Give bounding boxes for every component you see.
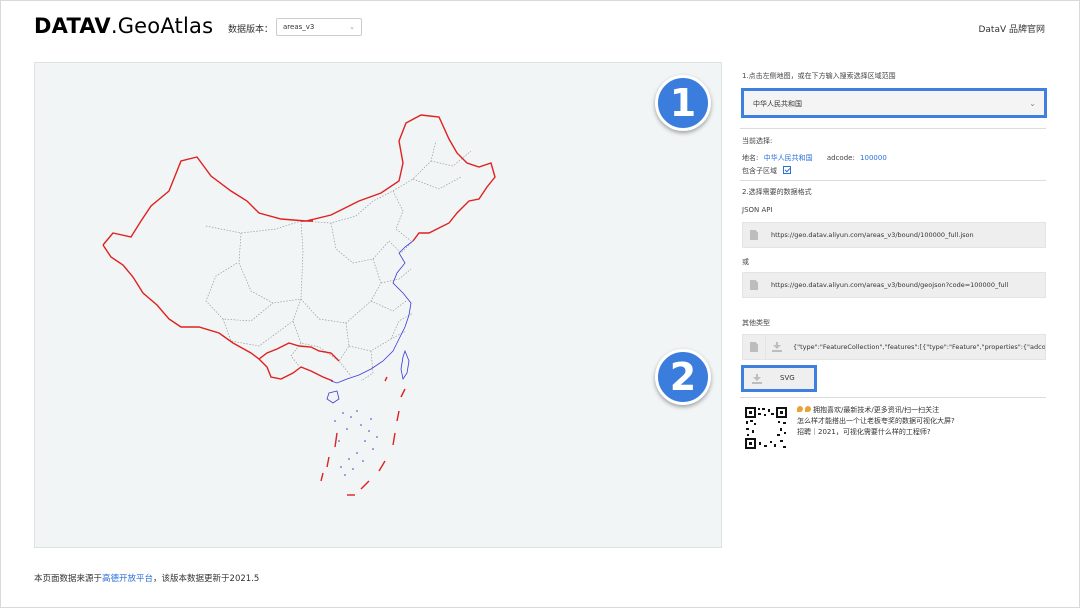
step-badge-1: 1 <box>655 75 711 131</box>
china-map[interactable] <box>35 63 723 549</box>
south-china-sea-islands <box>334 410 378 476</box>
json-api-url-box[interactable]: https://geo.datav.aliyun.com/areas_v3/bo… <box>742 222 1046 248</box>
svg-label: SVG <box>780 374 795 382</box>
province-boundaries <box>205 140 472 382</box>
version-select[interactable]: areas_v3 ⌄ <box>276 18 362 36</box>
region-select[interactable]: 中华人民共和国 ⌄ <box>741 88 1047 118</box>
include-subregion-checkbox[interactable] <box>783 166 792 174</box>
hainan-island <box>326 390 340 404</box>
step1-instruction: 1.点击左侧地图，或在下方输入搜索选择区域范围 <box>742 72 896 80</box>
datav-logo[interactable]: DATAV.GeoAtlas <box>34 14 213 38</box>
current-selection-title: 当前选择: <box>742 137 773 145</box>
copy-icon[interactable] <box>743 273 765 297</box>
divider <box>740 180 1046 181</box>
copy-icon[interactable] <box>743 335 765 359</box>
place-label: 地名: <box>742 154 759 162</box>
brand-site-link[interactable]: DataV 品牌官网 <box>978 22 1045 35</box>
fire-icon <box>797 406 803 412</box>
step2-instruction: 2.选择需要的数据格式 <box>742 188 812 196</box>
footer-prefix: 本页面数据来源于 <box>34 574 103 584</box>
promo-line-2[interactable]: 怎么样才能搭出一个让老板夸奖的数据可视化大屏? <box>797 416 955 426</box>
divider <box>740 397 1046 398</box>
coastline <box>330 240 414 384</box>
include-subregion-row: 包含子区域 <box>742 166 792 176</box>
promo-line-3[interactable]: 招聘｜2021，可视化需要什么样的工程师? <box>797 427 931 437</box>
national-border <box>102 114 496 362</box>
step-badge-2: 2 <box>655 349 711 405</box>
logo-bold: DATAV <box>34 14 111 38</box>
promo-text-1: 拥抱喜欢/最新技术/更多资讯/扫一扫关注 <box>813 406 940 414</box>
copy-icon[interactable] <box>743 223 765 247</box>
divider <box>740 128 1046 129</box>
amap-link[interactable]: 高德开放平台 <box>102 574 153 584</box>
map-panel[interactable] <box>34 62 722 548</box>
geojson-url-box[interactable]: https://geo.datav.aliyun.com/areas_v3/bo… <box>742 272 1046 298</box>
qr-code-image <box>744 406 788 450</box>
footer-note: 本页面数据来源于高德开放平台，该版本数据更新于2021.5 <box>34 572 259 584</box>
chevron-down-icon: ⌄ <box>1029 99 1036 108</box>
version-label: 数据版本： <box>228 25 274 35</box>
logo-rest: .GeoAtlas <box>110 14 214 38</box>
include-subregion-label: 包含子区域 <box>742 167 777 175</box>
chevron-down-icon: ⌄ <box>349 23 355 31</box>
json-api-url[interactable]: https://geo.datav.aliyun.com/areas_v3/bo… <box>771 231 1043 239</box>
or-label: 或 <box>742 258 749 266</box>
download-icon <box>749 372 765 386</box>
region-value: 中华人民共和国 <box>753 100 802 108</box>
version-value: areas_v3 <box>283 23 315 31</box>
taiwan-island <box>400 349 410 381</box>
svg-download-button[interactable]: SVG <box>741 365 817 392</box>
place-row: 地名: 中华人民共和国 adcode: 100000 <box>742 153 887 163</box>
inline-json-box[interactable]: {"type":"FeatureCollection","features":[… <box>742 334 1046 360</box>
inline-json-text: {"type":"FeatureCollection","features":[… <box>793 343 1045 351</box>
south-china-sea-dashes <box>320 376 406 496</box>
json-api-label: JSON API <box>742 206 773 214</box>
adcode-value: 100000 <box>860 154 887 162</box>
geojson-url[interactable]: https://geo.datav.aliyun.com/areas_v3/bo… <box>771 281 1043 289</box>
adcode-label: adcode: <box>826 154 855 162</box>
download-icon[interactable] <box>765 335 787 359</box>
fire-icon <box>805 406 811 412</box>
other-types-label: 其他类型 <box>742 319 770 327</box>
footer-suffix: ，该版本数据更新于2021.5 <box>153 574 260 584</box>
promo-line-1[interactable]: 拥抱喜欢/最新技术/更多资讯/扫一扫关注 <box>797 405 939 415</box>
place-value-link[interactable]: 中华人民共和国 <box>764 154 813 162</box>
